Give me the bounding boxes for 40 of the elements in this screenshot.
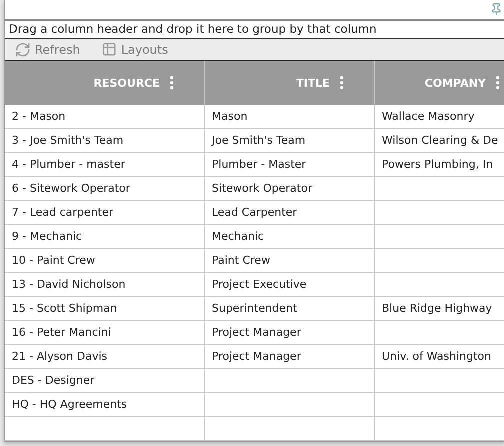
pin-icon[interactable] xyxy=(490,2,503,16)
table-cell: Wilson Clearing & De xyxy=(375,129,504,153)
table-cell: Powers Plumbing, In xyxy=(375,153,504,177)
column-menu-icon[interactable] xyxy=(496,76,500,90)
table-cell: Blue Ridge Highway xyxy=(375,297,504,321)
table-cell: 3 - Joe Smith's Team xyxy=(5,129,205,153)
table-cell: Joe Smith's Team xyxy=(205,129,375,153)
table-cell: Project Manager xyxy=(205,321,375,345)
layouts-button[interactable]: Layouts xyxy=(102,42,168,58)
table-cell: 13 - David Nicholson xyxy=(5,273,205,297)
table-cell: 10 - Paint Crew xyxy=(5,249,205,273)
table-cell: 6 - Sitework Operator xyxy=(5,177,205,201)
column-menu-icon[interactable] xyxy=(340,76,344,90)
table-cell: Paint Crew xyxy=(205,249,375,273)
table-cell: Lead Carpenter xyxy=(205,201,375,225)
table-cell: 21 - Alyson Davis xyxy=(5,345,205,369)
table-cell: Sitework Operator xyxy=(205,177,375,201)
column-header[interactable]: RESOURCE xyxy=(5,61,205,105)
column-menu-icon[interactable] xyxy=(170,76,174,90)
table-cell: Mechanic xyxy=(205,225,375,249)
table-cell: 2 - Mason xyxy=(5,105,205,129)
table-cell: Plumber - Master xyxy=(205,153,375,177)
column-header[interactable]: TITLE xyxy=(205,61,375,105)
refresh-button[interactable]: Refresh xyxy=(15,42,80,58)
table-cell: Wallace Masonry xyxy=(375,105,504,129)
table-cell: 15 - Scott Shipman xyxy=(5,297,205,321)
table-cell: 16 - Peter Mancini xyxy=(5,321,205,345)
table-cell: Univ. of Washington xyxy=(375,345,504,369)
table-cell: Superintendent xyxy=(205,297,375,321)
table-cell: Project Manager xyxy=(205,345,375,369)
column-header[interactable]: COMPANY xyxy=(375,61,504,105)
table-cell: 9 - Mechanic xyxy=(5,225,205,249)
table-cell: Mason xyxy=(205,105,375,129)
table-cell: 4 - Plumber - master xyxy=(5,153,205,177)
table-cell: 7 - Lead carpenter xyxy=(5,201,205,225)
table-cell: HQ - HQ Agreements xyxy=(5,393,205,417)
table-cell: Project Executive xyxy=(205,273,375,297)
grid-icon xyxy=(102,42,118,58)
refresh-icon xyxy=(15,42,31,58)
table-cell: DES - Designer xyxy=(5,369,205,393)
